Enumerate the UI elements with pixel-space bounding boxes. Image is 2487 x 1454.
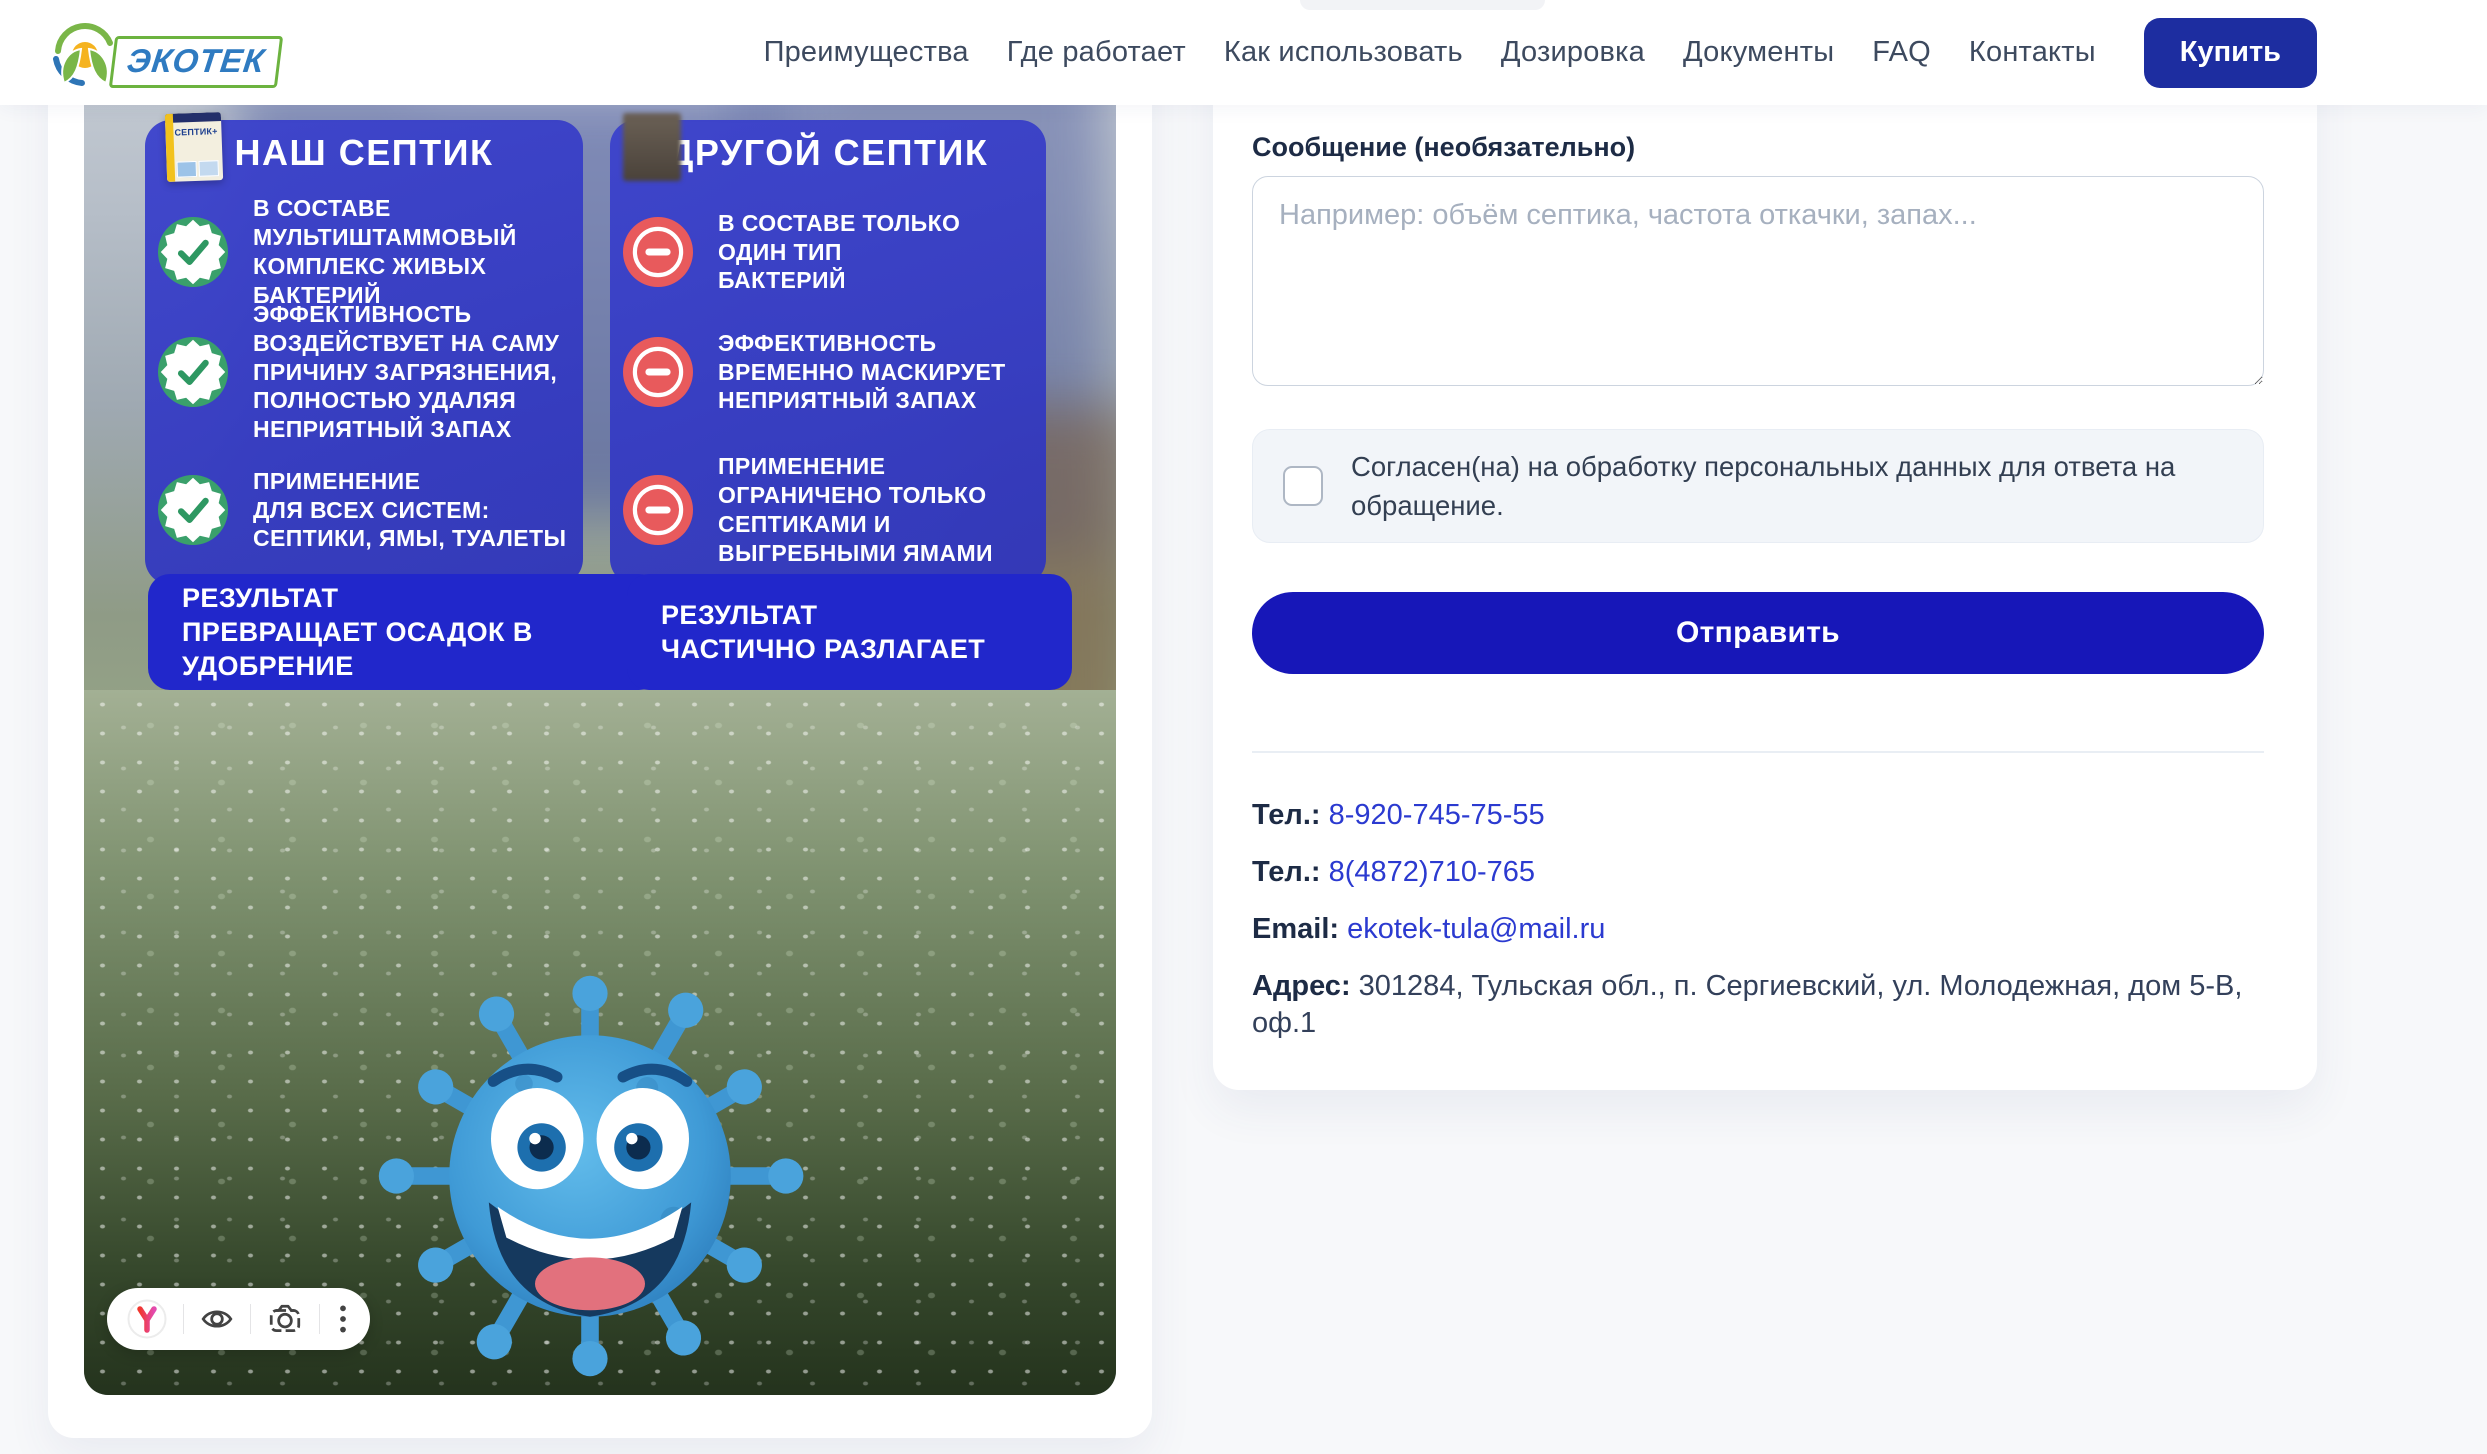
contacts-block: Тел.: 8-920-745-75-55 Тел.: 8(4872)710-7… (1252, 797, 2264, 1062)
other-feature-text: ЭФФЕКТИВНОСТЬ ВРЕМЕННО МАСКИРУЕТ НЕПРИЯТ… (718, 329, 1006, 416)
phone-label: Тел.: (1252, 856, 1321, 888)
other-feature-text: В СОСТАВЕ ТОЛЬКО ОДИН ТИП БАКТЕРИЙ (718, 209, 960, 296)
minus-circle-icon (623, 337, 693, 407)
our-feature-text: В СОСТАВЕ МУЛЬТИШТАММОВЫЙ КОМПЛЕКС ЖИВЫХ… (253, 194, 575, 310)
camera-icon[interactable] (267, 1302, 303, 1336)
our-feature-row: ПРИМЕНЕНИЕ ДЛЯ ВСЕХ СИСТЕМ: СЕПТИКИ, ЯМЫ… (158, 450, 575, 570)
top-navigation: ЭКОТЕК Преимущества Где работает Как исп… (0, 0, 2487, 105)
contact-form: Сообщение (необязательно) Согласен(на) н… (1252, 0, 2264, 1090)
package-top-strip (165, 112, 221, 123)
nav-item-documents[interactable]: Документы (1683, 36, 1834, 69)
nav-item-how-to-use[interactable]: Как использовать (1224, 36, 1463, 69)
result-banner-our: РЕЗУЛЬТАТ ПРЕВРАЩАЕТ ОСАДОК В УДОБРЕНИЕ (148, 574, 661, 690)
image-overlay-toolbar (107, 1288, 370, 1350)
nav-item-contacts[interactable]: Контакты (1969, 36, 2096, 69)
our-feature-text: ЭФФЕКТИВНОСТЬ ВОЗДЕЙСТВУЕТ НА САМУ ПРИЧИ… (253, 300, 559, 445)
phone-link[interactable]: 8-920-745-75-55 (1329, 799, 1545, 831)
message-textarea[interactable] (1252, 176, 2264, 386)
logo-text: ЭКОТЕК (109, 36, 283, 88)
panel-our-septic: НАШ СЕПТИК В СОСТАВЕ МУЛЬТИШТАММОВЫЙ КОМ… (145, 120, 583, 585)
consent-text: Согласен(на) на обработку персональных д… (1351, 447, 2181, 525)
package-side-strip (165, 114, 175, 182)
phone-line: Тел.: 8(4872)710-765 (1252, 854, 2264, 891)
consent-checkbox[interactable] (1283, 466, 1323, 506)
toolbar-divider (250, 1304, 251, 1334)
nav-item-dosage[interactable]: Дозировка (1501, 36, 1645, 69)
yandex-logo-icon[interactable] (127, 1299, 167, 1339)
result-banner-other: РЕЗУЛЬТАТ ЧАСТИЧНО РАЗЛАГАЕТ (627, 574, 1072, 690)
other-product-blur (623, 113, 681, 181)
check-rosette-icon (158, 475, 228, 545)
eye-icon[interactable] (200, 1302, 234, 1336)
check-rosette-icon (158, 217, 228, 287)
email-line: Email: ekotek-tula@mail.ru (1252, 911, 2264, 948)
minus-circle-icon (623, 475, 693, 545)
cutoff-element-top (1300, 0, 1545, 10)
email-link[interactable]: ekotek-tula@mail.ru (1347, 913, 1605, 945)
result-banner-other-text: РЕЗУЛЬТАТ ЧАСТИЧНО РАЗЛАГАЕТ (661, 598, 985, 667)
package-photo (198, 160, 219, 177)
submit-button[interactable]: Отправить (1252, 592, 2264, 674)
product-package: СЕПТИК+ (165, 112, 223, 182)
address-line: Адрес: 301284, Тульская обл., п. Сергиев… (1252, 968, 2264, 1042)
phone-link[interactable]: 8(4872)710-765 (1329, 856, 1535, 888)
result-banner-our-text: РЕЗУЛЬТАТ ПРЕВРАЩАЕТ ОСАДОК В УДОБРЕНИЕ (182, 581, 533, 684)
phone-line: Тел.: 8-920-745-75-55 (1252, 797, 2264, 834)
toolbar-divider (319, 1304, 320, 1334)
other-feature-text: ПРИМЕНЕНИЕ ОГРАНИЧЕНО ТОЛЬКО СЕПТИКАМИ И… (718, 452, 993, 568)
address-label: Адрес: (1252, 970, 1351, 1002)
our-feature-row: ЭФФЕКТИВНОСТЬ ВОЗДЕЙСТВУЕТ НА САМУ ПРИЧИ… (158, 296, 575, 448)
kebab-menu-icon[interactable] (336, 1302, 350, 1336)
message-label: Сообщение (необязательно) (1252, 132, 1635, 163)
divider (1252, 751, 2264, 753)
logo[interactable]: ЭКОТЕК (48, 17, 280, 89)
nav-menu: Преимущества Где работает Как использова… (764, 18, 2317, 88)
nav-item-faq[interactable]: FAQ (1872, 36, 1931, 69)
microbe-mascot (370, 956, 810, 1395)
toolbar-divider (183, 1304, 184, 1334)
contact-form-card: Сообщение (необязательно) Согласен(на) н… (1213, 0, 2317, 1090)
our-feature-text: ПРИМЕНЕНИЕ ДЛЯ ВСЕХ СИСТЕМ: СЕПТИКИ, ЯМЫ… (253, 467, 566, 554)
email-label: Email: (1252, 913, 1339, 945)
check-rosette-icon (158, 337, 228, 407)
minus-circle-icon (623, 217, 693, 287)
comparison-card: СЕПТИК+ НАШ СЕПТИК В СОСТАВЕ МУЛЬТИШТАММ… (48, 0, 1152, 1438)
consent-panel[interactable]: Согласен(на) на обработку персональных д… (1252, 429, 2264, 543)
other-feature-row: ПРИМЕНЕНИЕ ОГРАНИЧЕНО ТОЛЬКО СЕПТИКАМИ И… (623, 450, 1038, 570)
nav-item-where-works[interactable]: Где работает (1007, 36, 1186, 69)
phone-label: Тел.: (1252, 799, 1321, 831)
other-feature-row: ЭФФЕКТИВНОСТЬ ВРЕМЕННО МАСКИРУЕТ НЕПРИЯТ… (623, 296, 1038, 448)
nav-item-advantages[interactable]: Преимущества (764, 36, 969, 69)
package-name: СЕПТИК+ (174, 126, 220, 138)
package-photo (176, 161, 197, 178)
address-value: 301284, Тульская обл., п. Сергиевский, у… (1252, 970, 2242, 1039)
comparison-image: СЕПТИК+ НАШ СЕПТИК В СОСТАВЕ МУЛЬТИШТАММ… (84, 0, 1116, 1395)
buy-button[interactable]: Купить (2144, 18, 2317, 88)
panel-other-septic: ДРУГОЙ СЕПТИК В СОСТАВЕ ТОЛЬКО ОДИН ТИП … (610, 120, 1046, 585)
